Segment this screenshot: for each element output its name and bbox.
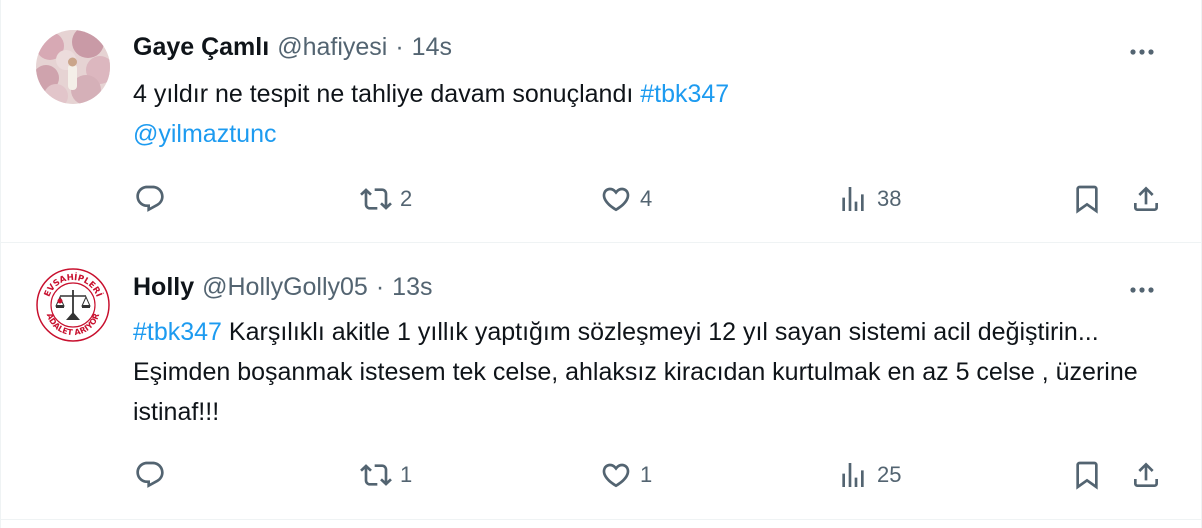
bookmark-button[interactable] xyxy=(1071,455,1103,495)
retweet-count: 2 xyxy=(400,186,413,211)
hashtag-link[interactable]: #tbk347 xyxy=(133,318,222,346)
share-icon xyxy=(1134,186,1158,211)
timestamp[interactable]: 13s xyxy=(392,273,432,302)
reply-icon xyxy=(136,461,164,488)
tweet-text-content: Karşılıklı akitle 1 yıllık yaptığım sözl… xyxy=(133,318,1138,426)
hashtag-link[interactable]: #tbk347 xyxy=(640,80,729,108)
heart-icon xyxy=(602,187,630,212)
more-options-button[interactable] xyxy=(1124,37,1160,67)
views-button[interactable]: 38 xyxy=(837,179,901,219)
heart-icon xyxy=(602,463,630,488)
retweet-icon xyxy=(360,464,392,486)
more-options-button[interactable] xyxy=(1124,275,1160,305)
separator-dot: · xyxy=(395,32,404,61)
view-count: 25 xyxy=(877,462,902,487)
separator-dot: · xyxy=(375,272,385,301)
display-name[interactable]: Holly xyxy=(133,273,194,302)
timestamp[interactable]: 14s xyxy=(412,33,452,62)
tweet-text: 4 yıldır ne tespit ne tahliye davam sonu… xyxy=(133,74,1162,154)
views-button[interactable]: 25 xyxy=(837,455,901,495)
reply-button[interactable] xyxy=(134,179,174,219)
display-name[interactable]: Gaye Çamlı xyxy=(133,33,269,62)
user-handle[interactable]: @HollyGolly05 xyxy=(202,273,368,302)
bookmark-icon xyxy=(1076,461,1098,490)
retweet-button[interactable]: 2 xyxy=(360,179,412,219)
avatar[interactable] xyxy=(36,30,110,104)
bookmark-button[interactable] xyxy=(1071,179,1103,219)
retweet-button[interactable]: 1 xyxy=(360,455,412,495)
tweet-actions: 1 1 25 xyxy=(132,455,1172,495)
tweet-text-content: 4 yıldır ne tespit ne tahliye davam sonu… xyxy=(133,80,641,108)
reply-button[interactable] xyxy=(134,455,174,495)
avatar-photo xyxy=(36,30,110,104)
share-button[interactable] xyxy=(1130,455,1162,495)
reply-icon xyxy=(136,185,164,212)
like-button[interactable]: 4 xyxy=(600,179,652,219)
tweet[interactable]: Gaye Çamlı @hafiyesi · 14s 4 yıldır ne t… xyxy=(0,0,1202,243)
like-button[interactable]: 1 xyxy=(600,455,652,495)
tweet-header: Gaye Çamlı @hafiyesi · 14s xyxy=(133,30,452,64)
like-count: 1 xyxy=(640,462,653,487)
more-icon xyxy=(1130,287,1154,293)
views-icon xyxy=(842,463,864,487)
tweet-actions: 2 4 38 xyxy=(132,179,1172,219)
views-icon xyxy=(842,187,864,211)
share-icon xyxy=(1134,462,1158,487)
avatar-logo: EVSAHİPLERİ ADALET ARIYOR xyxy=(36,268,110,342)
like-count: 4 xyxy=(640,186,653,211)
more-icon xyxy=(1130,49,1154,55)
retweet-count: 1 xyxy=(400,462,413,487)
mention-link[interactable]: @yilmaztunc xyxy=(133,120,276,148)
bookmark-icon xyxy=(1076,185,1098,214)
avatar[interactable]: EVSAHİPLERİ ADALET ARIYOR xyxy=(36,268,110,342)
share-button[interactable] xyxy=(1130,179,1162,219)
user-handle[interactable]: @hafiyesi xyxy=(277,33,387,62)
tweet[interactable]: EVSAHİPLERİ ADALET ARIYOR Holly @HollyGo… xyxy=(0,243,1202,520)
tweet-text: #tbk347 Karşılıklı akitle 1 yıllık yaptı… xyxy=(133,312,1160,432)
view-count: 38 xyxy=(877,186,902,211)
tweet-header: Holly @HollyGolly05 · 13s xyxy=(133,270,432,304)
retweet-icon xyxy=(360,188,392,210)
